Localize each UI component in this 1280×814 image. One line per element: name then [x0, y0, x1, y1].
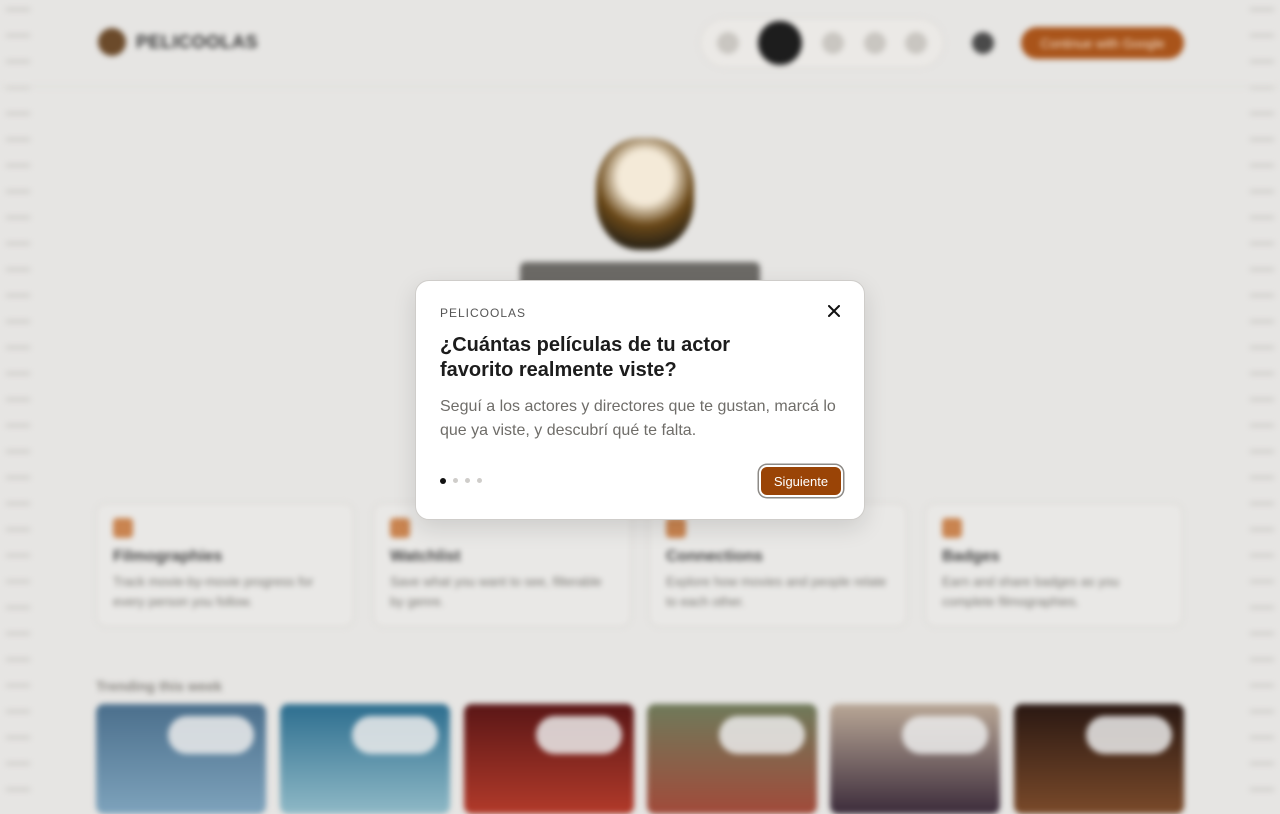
feature-title: Watchlist [390, 548, 461, 565]
user-icon[interactable] [905, 32, 928, 54]
poster-actions[interactable] [536, 716, 622, 754]
eye-icon[interactable] [821, 32, 844, 54]
poster-actions[interactable] [168, 716, 254, 754]
feature-card: Filmographies Track movie-by-movie progr… [96, 503, 354, 627]
network-icon [666, 518, 686, 538]
feature-desc: Earn and share badges as you complete fi… [942, 574, 1120, 609]
dialog-body: Seguí a los actores y directores que te … [440, 398, 836, 439]
movie-poster[interactable] [1014, 704, 1184, 814]
trending-heading: Trending this week [96, 678, 223, 694]
step-indicator [440, 477, 482, 484]
poster-actions[interactable] [1086, 716, 1172, 754]
movie-poster[interactable] [96, 704, 266, 814]
step-dot[interactable] [477, 478, 482, 483]
step-dot[interactable] [465, 478, 470, 483]
feature-title: Badges [942, 548, 1000, 565]
feature-desc: Track movie-by-movie progress for every … [113, 574, 314, 609]
close-icon[interactable] [824, 301, 844, 321]
bookmark-icon[interactable] [863, 32, 886, 54]
theme-toggle-icon[interactable] [972, 32, 994, 54]
dialog-title: ¿Cuántas películas de tu actor favorito … [440, 334, 731, 381]
step-dot[interactable] [440, 477, 446, 484]
top-navigation-bar: PELICOOLAS Continue with Google [0, 0, 1280, 87]
decorative-edge-pattern [6, 0, 30, 800]
poster-actions[interactable] [902, 716, 988, 754]
feature-desc: Save what you want to see, filterable by… [390, 574, 602, 609]
movie-poster[interactable] [830, 704, 1000, 814]
trophy-icon [942, 518, 962, 538]
search-icon[interactable] [716, 32, 739, 54]
google-signin-button[interactable]: Continue with Google [1021, 27, 1184, 59]
feature-desc: Explore how movies and people relate to … [666, 574, 887, 609]
decorative-edge-pattern [1250, 0, 1274, 800]
step-dot[interactable] [453, 478, 458, 483]
nav-pill [700, 18, 944, 68]
dialog-eyebrow: PELICOOLAS [440, 306, 527, 320]
feature-title: Connections [666, 548, 763, 565]
bookmark-icon [390, 518, 410, 538]
hero-logo-image [596, 138, 694, 250]
poster-actions[interactable] [352, 716, 438, 754]
feature-card: Badges Earn and share badges as you comp… [925, 503, 1183, 627]
next-button[interactable]: Siguiente [761, 467, 841, 495]
film-icon [113, 518, 133, 538]
movie-poster[interactable] [647, 704, 817, 814]
feature-card: Connections Explore how movies and peopl… [649, 503, 907, 627]
feature-card: Watchlist Save what you want to see, fil… [373, 503, 631, 627]
onboarding-dialog: PELICOOLAS ¿Cuántas películas de tu acto… [415, 280, 865, 520]
home-icon[interactable] [758, 21, 803, 65]
movie-poster[interactable] [464, 704, 634, 814]
movie-poster[interactable] [280, 704, 450, 814]
poster-actions[interactable] [719, 716, 805, 754]
brand-logo-icon [98, 28, 126, 56]
feature-title: Filmographies [113, 548, 223, 565]
brand[interactable]: PELICOOLAS [98, 28, 258, 56]
brand-name: PELICOOLAS [136, 31, 259, 52]
